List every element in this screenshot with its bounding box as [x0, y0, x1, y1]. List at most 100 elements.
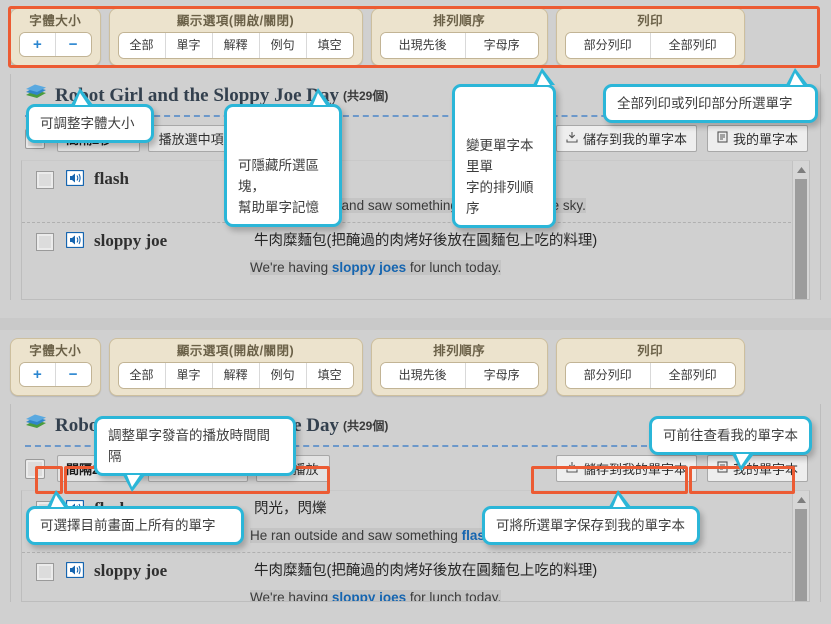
font-decrease-button[interactable]: −: [56, 363, 91, 386]
toolbar-group-title: 列印: [637, 13, 663, 29]
display-all-button[interactable]: 全部: [119, 363, 166, 388]
callout-text: 變更單字本里單 字的排列順序: [466, 138, 534, 216]
example-highlight: sloppy joes: [332, 590, 406, 602]
callout-text: 可選擇目前畫面上所有的單字: [40, 518, 216, 533]
display-definition-button[interactable]: 解釋: [213, 33, 260, 58]
bottom-panel: 字體大小 + − 顯示選項(開啟/關閉) 全部 單字 解釋 例句 填空: [0, 330, 831, 624]
example-pre: We're having: [250, 260, 332, 275]
speaker-icon[interactable]: [66, 170, 84, 191]
word-list-top: flash 閃光，閃爍 He ran outside and saw somet…: [21, 160, 810, 300]
save-to-notebook-label: 儲存到我的單字本: [583, 129, 687, 148]
word-definition: 閃光，閃爍: [254, 501, 327, 517]
panel-separator: [0, 318, 831, 330]
toolbar-group-title: 列印: [637, 343, 663, 359]
display-word-button[interactable]: 單字: [166, 33, 213, 58]
callout-font-size: 可調整字體大小: [26, 104, 154, 143]
my-notebook-button[interactable]: 我的單字本: [707, 455, 808, 482]
sort-by-appearance-button[interactable]: 出現先後: [381, 33, 466, 58]
word-example: We're having sloppy joes for lunch today…: [250, 260, 501, 275]
example-pre: He ran outside and saw something: [250, 528, 462, 543]
example-highlight: sloppy joes: [332, 260, 406, 275]
toolbar-group-font-size: 字體大小 + −: [10, 338, 101, 396]
sort-alphabetical-button[interactable]: 字母序: [466, 33, 538, 58]
toolbar-group-print: 列印 部分列印 全部列印: [556, 338, 745, 396]
font-increase-button[interactable]: +: [20, 363, 56, 386]
toolbar-group-title: 字體大小: [29, 13, 81, 29]
display-definition-button[interactable]: 解釋: [213, 363, 260, 388]
speaker-icon[interactable]: [66, 232, 84, 253]
word-text: sloppy joe: [94, 231, 254, 251]
my-notebook-button[interactable]: 我的單字本: [707, 125, 808, 152]
callout-sort-order: 變更單字本里單 字的排列順序: [452, 84, 556, 228]
callout-text: 可前往查看我的單字本: [663, 428, 798, 443]
font-increase-button[interactable]: +: [20, 33, 56, 56]
notebook-icon: [717, 131, 728, 146]
callout-save-notebook: 可將所選單字保存到我的單字本: [482, 506, 700, 545]
word-definition: 牛肉糜麵包(把醃過的肉烤好後放在圓麵包上吃的料理): [254, 233, 597, 249]
save-to-notebook-button[interactable]: 儲存到我的單字本: [556, 455, 697, 482]
toolbar-top: 字體大小 + − 顯示選項(開啟/關閉) 全部 單字 解釋 例句 填空: [0, 0, 831, 72]
toolbar-group-display-options: 顯示選項(開啟/關閉) 全部 單字 解釋 例句 填空: [109, 8, 363, 66]
toolbar-bottom: 字體大小 + − 顯示選項(開啟/關閉) 全部 單字 解釋 例句 填空: [0, 330, 831, 402]
word-row: sloppy joe 牛肉糜麵包(把醃過的肉烤好後放在圓麵包上吃的料理) We'…: [22, 552, 791, 602]
word-definition: 牛肉糜麵包(把醃過的肉烤好後放在圓麵包上吃的料理): [254, 563, 597, 579]
scroll-up-arrow-icon[interactable]: [794, 162, 809, 177]
display-example-button[interactable]: 例句: [260, 33, 307, 58]
callout-my-notebook: 可前往查看我的單字本: [649, 416, 812, 455]
print-all-button[interactable]: 全部列印: [651, 363, 735, 388]
example-post: for lunch today.: [406, 260, 501, 275]
speaker-icon[interactable]: [66, 562, 84, 583]
display-example-button[interactable]: 例句: [260, 363, 307, 388]
callout-text: 全部列印或列印部分所選單字: [617, 96, 793, 111]
print-all-button[interactable]: 全部列印: [651, 33, 735, 58]
select-all-checkbox[interactable]: [25, 459, 45, 479]
scrollbar-vertical[interactable]: [792, 491, 809, 601]
my-notebook-label: 我的單字本: [733, 129, 798, 148]
callout-print: 全部列印或列印部分所選單字: [603, 84, 818, 123]
toolbar-group-font-size: 字體大小 + −: [10, 8, 101, 66]
print-partial-button[interactable]: 部分列印: [566, 363, 651, 388]
save-icon: [566, 131, 578, 146]
scroll-up-arrow-icon[interactable]: [794, 492, 809, 507]
toolbar-group-title: 字體大小: [29, 343, 81, 359]
top-panel: 字體大小 + − 顯示選項(開啟/關閉) 全部 單字 解釋 例句 填空: [0, 0, 831, 318]
toolbar-group-title: 排列順序: [433, 343, 485, 359]
toolbar-group-sort-order: 排列順序 出現先後 字母序: [371, 8, 548, 66]
example-pre: We're having: [250, 590, 332, 602]
save-to-notebook-label: 儲存到我的單字本: [583, 459, 687, 478]
callout-text: 可調整字體大小: [40, 116, 135, 131]
scrollbar-thumb[interactable]: [795, 509, 807, 602]
word-checkbox[interactable]: [36, 171, 54, 189]
word-text: sloppy joe: [94, 561, 254, 581]
save-to-notebook-button[interactable]: 儲存到我的單字本: [556, 125, 697, 152]
screenshot-root: 字體大小 + − 顯示選項(開啟/關閉) 全部 單字 解釋 例句 填空: [0, 0, 831, 624]
word-count: (共29個): [343, 87, 388, 104]
display-fillblank-button[interactable]: 填空: [307, 363, 353, 388]
print-partial-button[interactable]: 部分列印: [566, 33, 651, 58]
sort-by-appearance-button[interactable]: 出現先後: [381, 363, 466, 388]
word-count: (共29個): [343, 417, 388, 434]
word-checkbox[interactable]: [36, 563, 54, 581]
word-example: We're having sloppy joes for lunch today…: [250, 590, 501, 602]
example-post: for lunch today.: [406, 590, 501, 602]
font-decrease-button[interactable]: −: [56, 33, 91, 56]
toolbar-group-print: 列印 部分列印 全部列印: [556, 8, 745, 66]
callout-text: 調整單字發音的播放時間間隔: [108, 428, 270, 464]
callout-interval: 調整單字發音的播放時間間隔: [94, 416, 296, 476]
word-row: flash 閃光，閃爍 He ran outside and saw somet…: [22, 161, 791, 222]
scrollbar-vertical[interactable]: [792, 161, 809, 299]
callout-select-all: 可選擇目前畫面上所有的單字: [26, 506, 244, 545]
toolbar-group-title: 排列順序: [433, 13, 485, 29]
scrollbar-thumb[interactable]: [795, 179, 807, 299]
sort-alphabetical-button[interactable]: 字母序: [466, 363, 538, 388]
notebook-icon: [717, 461, 728, 476]
word-checkbox[interactable]: [36, 233, 54, 251]
toolbar-group-sort-order: 排列順序 出現先後 字母序: [371, 338, 548, 396]
display-word-button[interactable]: 單字: [166, 363, 213, 388]
callout-text: 可隱藏所選區塊， 幫助單字記憶: [238, 158, 319, 215]
display-all-button[interactable]: 全部: [119, 33, 166, 58]
toolbar-group-title: 顯示選項(開啟/關閉): [177, 343, 294, 359]
display-fillblank-button[interactable]: 填空: [307, 33, 353, 58]
save-icon: [566, 461, 578, 476]
word-rows: flash 閃光，閃爍 He ran outside and saw somet…: [22, 161, 809, 284]
